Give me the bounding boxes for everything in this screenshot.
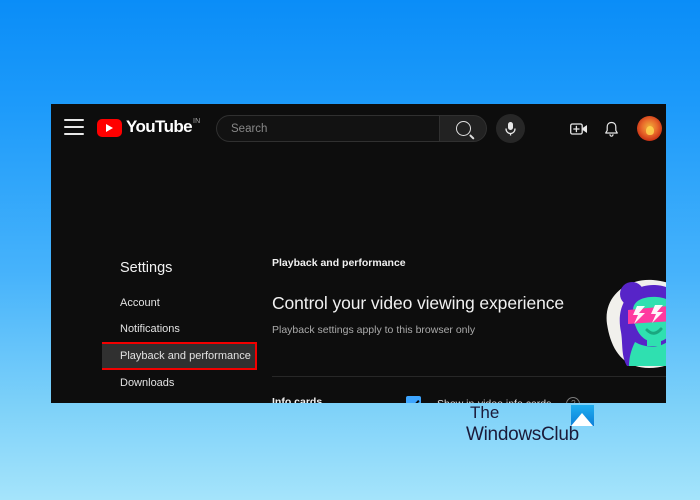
breadcrumb: Playback and performance bbox=[272, 257, 406, 269]
search-placeholder: Search bbox=[231, 122, 268, 135]
menu-line bbox=[64, 119, 84, 121]
sidebar-item-account[interactable]: Account bbox=[102, 290, 267, 316]
option-show-in-video-info-cards[interactable]: Show in-video info cards ? bbox=[406, 396, 581, 403]
microphone-icon bbox=[505, 122, 516, 136]
search-icon bbox=[455, 121, 471, 136]
menu-line bbox=[64, 126, 84, 128]
search-input[interactable]: Search bbox=[216, 115, 439, 142]
settings-sidebar: Settings Account Notifications Playback … bbox=[102, 252, 267, 403]
watermark: The WindowsClub bbox=[466, 403, 596, 451]
setting-row-label: Info cards bbox=[272, 396, 323, 403]
section-divider bbox=[272, 376, 666, 377]
youtube-logo[interactable]: YouTube IN bbox=[97, 117, 200, 137]
setting-row-info-cards: Info cards Show in-video info cards ? bbox=[272, 396, 666, 403]
user-avatar[interactable] bbox=[637, 116, 662, 141]
sidebar-item-downloads[interactable]: Downloads bbox=[102, 370, 267, 396]
voice-search-button[interactable] bbox=[496, 114, 525, 143]
youtube-country-code: IN bbox=[193, 118, 201, 125]
notifications-button[interactable] bbox=[598, 116, 624, 142]
menu-line bbox=[64, 133, 84, 135]
sidebar-item-label: Notifications bbox=[120, 323, 180, 335]
person-with-lightning-sunglasses-illustration bbox=[587, 272, 666, 372]
hamburger-menu-icon[interactable] bbox=[64, 119, 84, 135]
windowsclub-logo bbox=[571, 405, 594, 426]
checkbox-show-in-video-info-cards[interactable] bbox=[406, 396, 421, 403]
youtube-logo-text: YouTube bbox=[126, 117, 193, 136]
sidebar-item-playback-and-performance[interactable]: Playback and performance bbox=[102, 342, 257, 370]
watermark-line-2: WindowsClub bbox=[466, 424, 579, 445]
illustration-svg bbox=[606, 279, 666, 368]
sidebar-item-label: Account bbox=[120, 297, 160, 309]
create-video-button[interactable] bbox=[566, 116, 592, 142]
create-video-icon bbox=[570, 123, 587, 135]
sidebar-item-notifications[interactable]: Notifications bbox=[102, 316, 267, 342]
sidebar-item-label: Playback and performance bbox=[120, 350, 251, 362]
youtube-settings-window: YouTube IN Settings Account Notification… bbox=[51, 104, 666, 403]
bell-icon bbox=[604, 121, 618, 137]
search-button[interactable] bbox=[439, 115, 487, 142]
sidebar-item-list: Account Notifications Playback and perfo… bbox=[102, 290, 267, 403]
search-bar: Search bbox=[216, 115, 487, 142]
sidebar-item-label: Downloads bbox=[120, 377, 175, 389]
settings-title: Settings bbox=[120, 260, 173, 276]
sidebar-item-privacy[interactable]: Privacy bbox=[102, 396, 267, 403]
youtube-play-icon bbox=[97, 119, 122, 137]
